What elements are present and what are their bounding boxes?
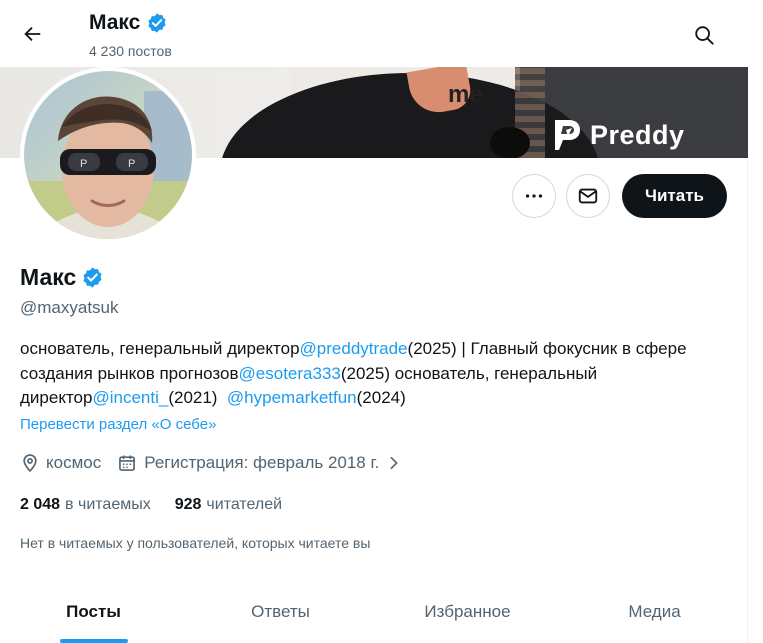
tab-label: Избранное xyxy=(424,602,511,621)
bio-text: (2021) xyxy=(168,388,227,407)
preddy-logo: Preddy xyxy=(552,118,685,152)
bio-mention-link[interactable]: @incenti_ xyxy=(92,388,168,407)
envelope-icon xyxy=(578,188,598,204)
header-title: Макс xyxy=(89,10,168,36)
bio-text: (2024) xyxy=(356,388,406,407)
location-pin-icon xyxy=(23,454,37,473)
following-link[interactable]: 2 048 в читаемых xyxy=(20,496,151,514)
profile-bio: основатель, генеральный директор@preddyt… xyxy=(20,337,732,411)
avatar[interactable]: P P xyxy=(20,67,196,243)
profile-meta: космос Регистрация: февраль 2018 г. xyxy=(20,453,418,473)
followers-label: читателей xyxy=(206,496,283,513)
svg-text:P: P xyxy=(80,158,87,170)
calendar-icon xyxy=(119,455,136,471)
bio-mention-link[interactable]: @preddytrade xyxy=(300,339,408,358)
search-icon xyxy=(695,26,714,45)
tab-replies[interactable]: Ответы xyxy=(187,580,374,643)
arrow-left-icon xyxy=(24,26,41,42)
posts-count: 4 230 постов xyxy=(89,43,172,59)
bio-mention-link[interactable]: @esotera333 xyxy=(239,364,341,383)
location-text: космос xyxy=(46,453,102,472)
search-button[interactable] xyxy=(686,17,722,53)
tab-label: Ответы xyxy=(251,602,310,621)
follow-button[interactable]: Читать xyxy=(622,174,727,218)
svg-text:P: P xyxy=(128,158,135,170)
profile-header-bar: Макс 4 230 постов xyxy=(0,0,748,67)
following-count: 2 048 xyxy=(20,496,61,513)
join-date-item[interactable]: Регистрация: февраль 2018 г. xyxy=(117,453,402,473)
profile-name: Макс xyxy=(20,264,77,290)
preddy-logo-icon xyxy=(555,120,580,150)
avatar-image: P P xyxy=(24,71,192,239)
message-button[interactable] xyxy=(566,174,610,218)
tab-media[interactable]: Медиа xyxy=(561,580,748,643)
tab-likes[interactable]: Избранное xyxy=(374,580,561,643)
back-button[interactable] xyxy=(14,16,50,52)
bio-text: основатель, генеральный директор xyxy=(20,339,300,358)
profile-tabs: Посты Ответы Избранное Медиа xyxy=(0,580,748,643)
followers-count: 928 xyxy=(174,496,202,513)
follow-stats: 2 048 в читаемых 928 читателей xyxy=(20,496,282,514)
bio-mention-link[interactable]: @hypemarketfun xyxy=(227,388,357,407)
header-name: Макс xyxy=(89,11,141,34)
banner-watch-shape xyxy=(490,127,530,158)
join-date-text: Регистрация: февраль 2018 г. xyxy=(144,453,380,472)
verified-badge-icon[interactable] xyxy=(81,266,104,289)
profile-page: Макс 4 230 постов me Preddy P P Читать М… xyxy=(0,0,748,643)
tab-label: Медиа xyxy=(628,602,681,621)
tab-label: Посты xyxy=(66,602,121,621)
following-label: в читаемых xyxy=(65,496,151,513)
chevron-right-icon xyxy=(390,456,398,470)
active-tab-indicator xyxy=(59,639,128,643)
translate-bio-link[interactable]: Перевести раздел «О себе» xyxy=(20,416,216,433)
profile-name-row: Макс xyxy=(20,263,104,291)
more-horizontal-icon xyxy=(525,194,543,198)
location-item: космос xyxy=(20,453,101,473)
more-button[interactable] xyxy=(512,174,556,218)
verified-badge-icon xyxy=(148,13,166,33)
tab-posts[interactable]: Посты xyxy=(0,580,187,643)
followed-by-info: Нет в читаемых у пользователей, которых … xyxy=(20,535,371,551)
followers-link[interactable]: 928 читателей xyxy=(175,496,282,514)
banner-overlay-text: me xyxy=(448,81,483,108)
preddy-logo-text: Preddy xyxy=(590,119,685,150)
profile-handle: @maxyatsuk xyxy=(20,298,119,317)
